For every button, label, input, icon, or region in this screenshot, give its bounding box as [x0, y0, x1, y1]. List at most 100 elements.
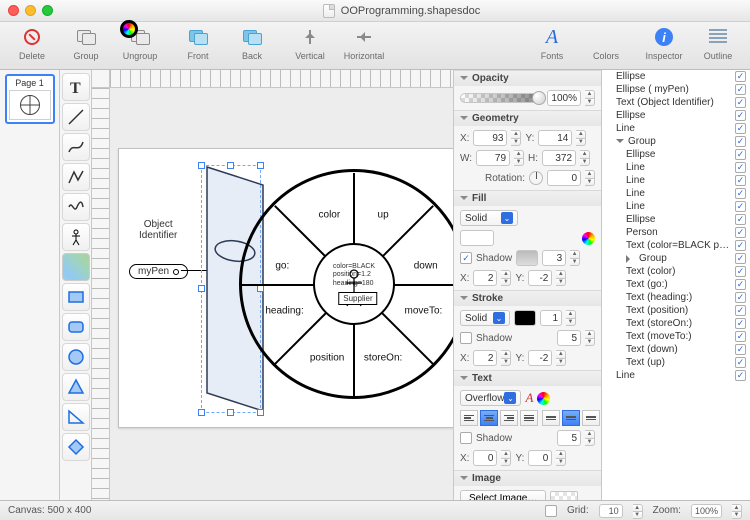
- align-vertical-button[interactable]: Vertical: [288, 24, 332, 61]
- grid-stepper[interactable]: ▲▼: [633, 504, 643, 518]
- stepper[interactable]: ▲▼: [576, 130, 586, 146]
- right-triangle-tool[interactable]: [62, 403, 90, 431]
- fonts-icon[interactable]: A: [525, 390, 533, 406]
- close-window-icon[interactable]: [8, 5, 19, 16]
- freehand-tool[interactable]: [62, 193, 90, 221]
- stroke-shadow-y[interactable]: -2: [528, 350, 552, 366]
- image-tool[interactable]: [62, 253, 90, 281]
- polyline-tool[interactable]: [62, 163, 90, 191]
- resize-handle[interactable]: [198, 409, 205, 416]
- outline-row[interactable]: Text (color)✓: [602, 265, 750, 278]
- stepper[interactable]: ▲▼: [585, 430, 595, 446]
- mypen-identifier[interactable]: myPen: [129, 264, 188, 279]
- ellipse-tool[interactable]: [62, 343, 90, 371]
- ruler-horizontal[interactable]: [110, 70, 453, 88]
- rect-tool[interactable]: [62, 283, 90, 311]
- outline-row[interactable]: Text (up)✓: [602, 356, 750, 369]
- outline-row[interactable]: Ellipse✓: [602, 148, 750, 161]
- text-shadow-x[interactable]: 0: [473, 450, 497, 466]
- visibility-checkbox[interactable]: ✓: [735, 84, 746, 95]
- resize-handle[interactable]: [257, 409, 264, 416]
- fill-mode-dropdown[interactable]: Solid⌄: [460, 210, 518, 226]
- outline-row[interactable]: Text (down)✓: [602, 343, 750, 356]
- stepper[interactable]: ▲▼: [501, 450, 511, 466]
- geom-x[interactable]: 93: [473, 130, 507, 146]
- color-wheel-icon[interactable]: [537, 392, 550, 405]
- resize-handle[interactable]: [198, 162, 205, 169]
- grid-checkbox[interactable]: [545, 505, 557, 517]
- visibility-checkbox[interactable]: ✓: [735, 240, 746, 251]
- stepper[interactable]: ▲▼: [585, 170, 595, 186]
- image-swatch[interactable]: [550, 491, 578, 501]
- visibility-checkbox[interactable]: ✓: [735, 214, 746, 225]
- visibility-checkbox[interactable]: ✓: [735, 227, 746, 238]
- outline-row[interactable]: Group✓: [602, 252, 750, 265]
- resize-handle[interactable]: [257, 162, 264, 169]
- section-header-stroke[interactable]: Stroke: [454, 291, 601, 306]
- artboard[interactable]: Object Identifier myPen: [118, 148, 453, 428]
- stepper[interactable]: ▲▼: [514, 150, 524, 166]
- visibility-checkbox[interactable]: ✓: [735, 253, 746, 264]
- stepper[interactable]: ▲▼: [501, 270, 511, 286]
- stroke-shadow-blur[interactable]: 5: [557, 330, 581, 346]
- shadow-y[interactable]: -2: [528, 270, 552, 286]
- visibility-checkbox[interactable]: ✓: [735, 357, 746, 368]
- visibility-checkbox[interactable]: ✓: [735, 279, 746, 290]
- stroke-shadow-x[interactable]: 2: [473, 350, 497, 366]
- zoom-value[interactable]: 100%: [691, 504, 722, 518]
- section-header-opacity[interactable]: Opacity: [454, 71, 601, 86]
- stroke-color-swatch[interactable]: [514, 310, 536, 326]
- v-align-segmented[interactable]: [542, 410, 600, 426]
- outline-row[interactable]: Text (color=BLACK posit…✓: [602, 239, 750, 252]
- geom-w[interactable]: 79: [476, 150, 510, 166]
- stepper[interactable]: ▲▼: [556, 350, 566, 366]
- back-button[interactable]: Back: [230, 24, 274, 61]
- align-horizontal-button[interactable]: Horizontal: [342, 24, 386, 61]
- section-header-image[interactable]: Image: [454, 471, 601, 486]
- text-shadow-y[interactable]: 0: [528, 450, 552, 466]
- stroke-mode-dropdown[interactable]: Solid⌄: [460, 310, 510, 326]
- select-image-button[interactable]: Select Image…: [460, 490, 546, 500]
- visibility-checkbox[interactable]: ✓: [735, 175, 746, 186]
- visibility-checkbox[interactable]: ✓: [735, 266, 746, 277]
- outline-row[interactable]: Group✓: [602, 135, 750, 148]
- outline-row[interactable]: Person✓: [602, 226, 750, 239]
- color-wheel-icon[interactable]: [582, 232, 595, 245]
- diamond-tool[interactable]: [62, 433, 90, 461]
- outline-row[interactable]: Text (Object Identifier)✓: [602, 96, 750, 109]
- resize-handle[interactable]: [227, 162, 234, 169]
- outline-row[interactable]: Ellipse✓: [602, 70, 750, 83]
- bezier-tool[interactable]: [62, 133, 90, 161]
- disclosure-triangle-icon[interactable]: [616, 139, 624, 147]
- outline-row[interactable]: Text (position)✓: [602, 304, 750, 317]
- stepper[interactable]: ▲▼: [556, 450, 566, 466]
- fill-shadow-checkbox[interactable]: ✓: [460, 252, 472, 264]
- stepper[interactable]: ▲▼: [570, 250, 580, 266]
- opacity-slider[interactable]: [460, 93, 543, 103]
- outline-button[interactable]: Outline: [696, 24, 740, 61]
- visibility-checkbox[interactable]: ✓: [735, 370, 746, 381]
- geom-rot[interactable]: 0: [547, 170, 581, 186]
- section-header-fill[interactable]: Fill: [454, 191, 601, 206]
- resize-handle[interactable]: [227, 409, 234, 416]
- stroke-shadow-checkbox[interactable]: [460, 332, 472, 344]
- stepper[interactable]: ▲▼: [501, 350, 511, 366]
- opacity-value[interactable]: 100%: [547, 90, 581, 106]
- shadow-blur[interactable]: 3: [542, 250, 566, 266]
- shadow-color-swatch[interactable]: [516, 250, 538, 266]
- visibility-checkbox[interactable]: ✓: [735, 136, 746, 147]
- zoom-window-icon[interactable]: [42, 5, 53, 16]
- traffic-lights[interactable]: [8, 5, 53, 16]
- triangle-tool[interactable]: [62, 373, 90, 401]
- visibility-checkbox[interactable]: ✓: [735, 201, 746, 212]
- stepper[interactable]: ▲▼: [566, 310, 576, 326]
- rotation-dial[interactable]: [529, 171, 543, 185]
- visibility-checkbox[interactable]: ✓: [735, 149, 746, 160]
- object-wheel[interactable]: color up go: down heading: moveTo: posit…: [239, 169, 453, 399]
- front-button[interactable]: Front: [176, 24, 220, 61]
- text-shadow-checkbox[interactable]: [460, 432, 472, 444]
- grid-size[interactable]: 10: [599, 504, 623, 518]
- disclosure-triangle-icon[interactable]: [626, 255, 634, 263]
- visibility-checkbox[interactable]: ✓: [735, 305, 746, 316]
- outline-row[interactable]: Text (storeOn:)✓: [602, 317, 750, 330]
